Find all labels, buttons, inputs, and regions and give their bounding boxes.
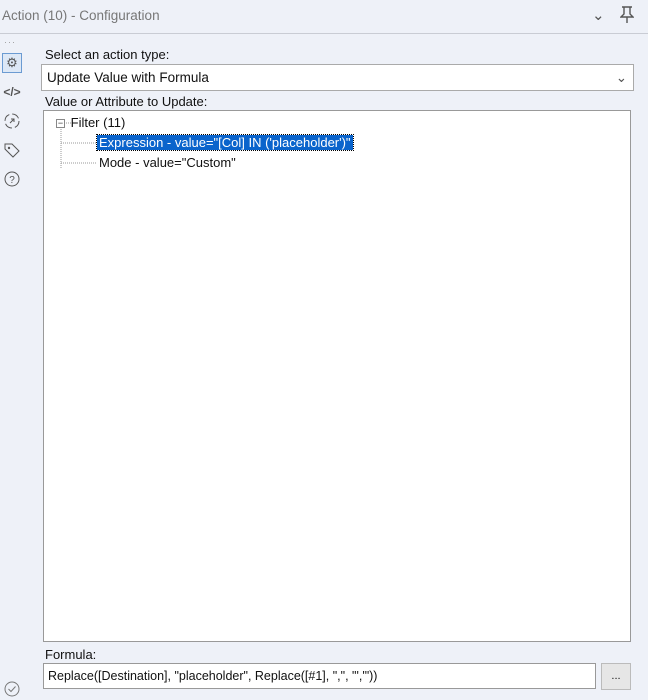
tree-node-expression[interactable]: Expression - value="[Col] IN ('placehold…: [96, 134, 354, 151]
title-bar: Action (10) - Configuration ⌄: [0, 0, 648, 34]
chevron-down-icon[interactable]: ⌄: [592, 6, 605, 24]
tree-label: Value or Attribute to Update:: [45, 94, 208, 109]
tag-icon[interactable]: [2, 140, 22, 160]
svg-text:?: ?: [9, 175, 15, 186]
formula-label: Formula:: [45, 647, 97, 662]
gear-icon[interactable]: ⚙: [2, 53, 22, 73]
code-icon[interactable]: </>: [2, 82, 22, 102]
connection-icon[interactable]: [2, 111, 22, 131]
panel-title: Action (10) - Configuration: [2, 8, 160, 23]
tree-node-mode[interactable]: Mode - value="Custom": [99, 155, 236, 170]
tree-node-filter[interactable]: − Filter (11): [56, 115, 125, 130]
action-type-label: Select an action type:: [45, 47, 170, 62]
collapse-icon[interactable]: −: [56, 119, 65, 129]
chevron-down-icon: ⌄: [615, 70, 627, 85]
formula-editor-button[interactable]: ...: [601, 663, 631, 690]
action-type-select[interactable]: Update Value with Formula ⌄: [41, 64, 634, 91]
tree-node-label: Filter (11): [70, 115, 126, 130]
attribute-tree[interactable]: − Filter (11) Expression - value="[Col] …: [43, 110, 631, 642]
more-dots-icon[interactable]: ···: [4, 37, 16, 47]
help-icon[interactable]: ?: [2, 169, 22, 189]
check-circle-icon: [2, 679, 22, 699]
pin-icon[interactable]: [619, 6, 635, 28]
action-type-value: Update Value with Formula: [47, 70, 209, 85]
formula-input[interactable]: Replace([Destination], "placeholder", Re…: [43, 663, 596, 689]
